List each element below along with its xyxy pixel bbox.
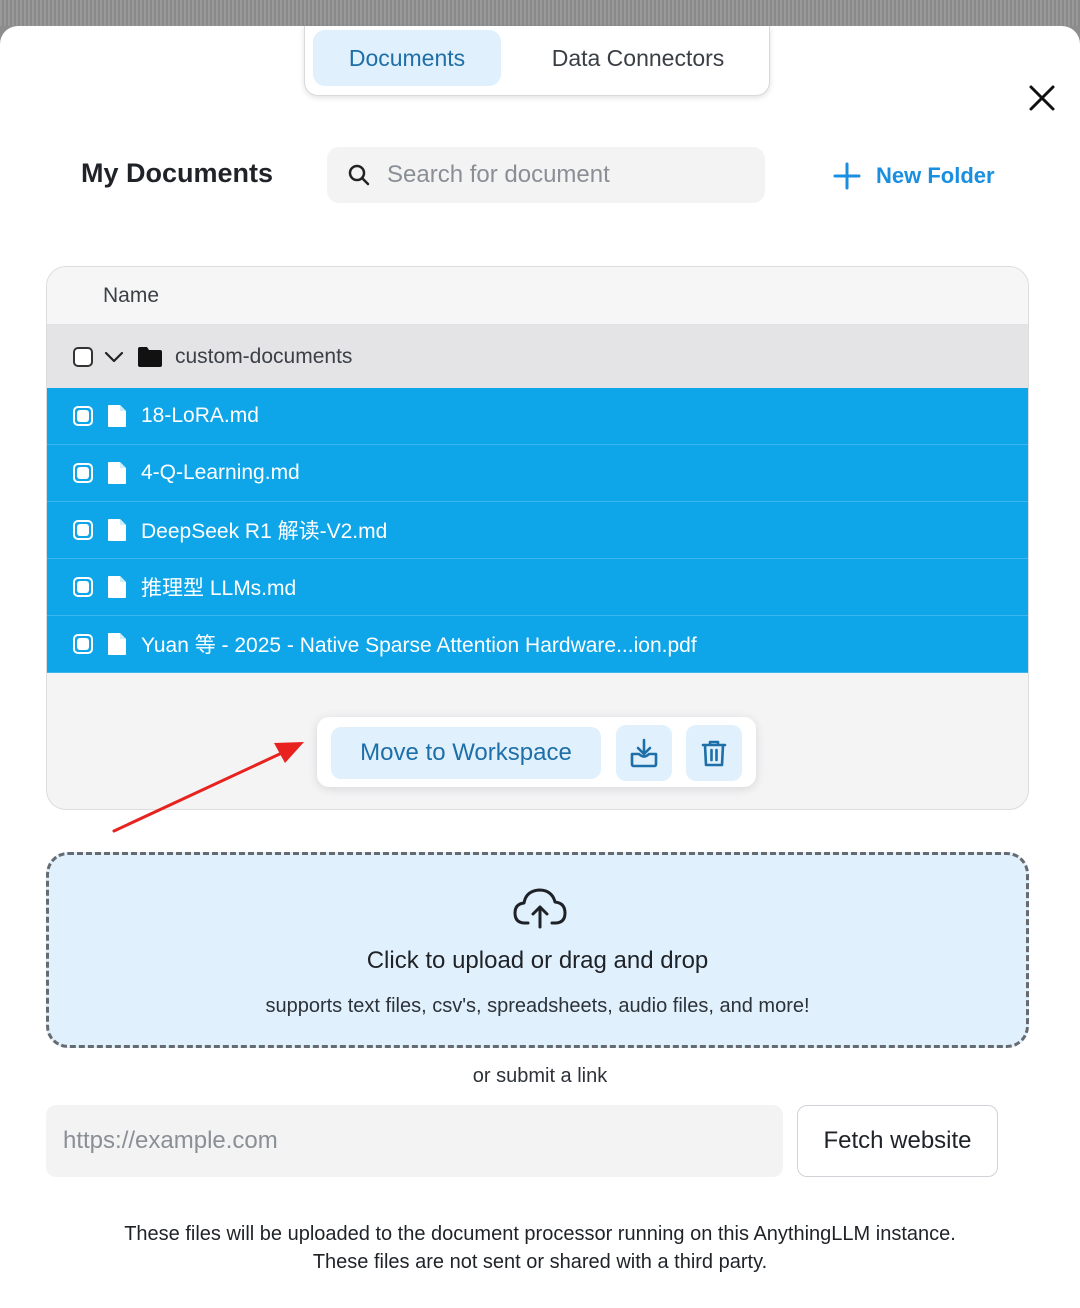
search-box[interactable] — [327, 147, 765, 203]
move-to-workspace-button[interactable]: Move to Workspace — [331, 727, 601, 779]
folder-icon — [138, 346, 162, 367]
tab-data-connectors[interactable]: Data Connectors — [523, 30, 753, 86]
file-icon — [108, 519, 126, 541]
file-icon — [108, 405, 126, 427]
file-icon — [108, 576, 126, 598]
privacy-note: These files will be uploaded to the docu… — [0, 1220, 1080, 1276]
file-row[interactable]: 4-Q-Learning.md — [47, 445, 1028, 502]
url-input[interactable] — [46, 1105, 783, 1177]
or-submit-link-label: or submit a link — [472, 1065, 608, 1087]
new-folder-button[interactable]: New Folder — [832, 158, 995, 194]
close-button[interactable] — [1022, 78, 1062, 118]
backdrop — [0, 0, 1080, 26]
search-input[interactable] — [387, 161, 747, 189]
file-checkbox[interactable] — [73, 463, 93, 483]
folder-row[interactable]: custom-documents — [47, 325, 1028, 388]
file-name: Yuan 等 - 2025 - Native Sparse Attention … — [141, 634, 697, 657]
file-name: 4-Q-Learning.md — [141, 461, 300, 484]
upload-dropzone[interactable]: Click to upload or drag and drop support… — [46, 852, 1029, 1048]
privacy-note-line1: These files will be uploaded to the docu… — [124, 1223, 956, 1245]
trash-icon — [701, 740, 727, 767]
upload-subtitle: supports text files, csv's, spreadsheets… — [265, 995, 810, 1017]
delete-button[interactable] — [686, 725, 742, 781]
folder-name: custom-documents — [175, 344, 353, 368]
privacy-note-line2: These files are not sent or shared with … — [312, 1251, 768, 1273]
column-header-name: Name — [47, 267, 1028, 325]
upload-title: Click to upload or drag and drop — [366, 947, 709, 974]
selection-action-bar: Move to Workspace — [317, 717, 756, 787]
file-name: DeepSeek R1 解读-V2.md — [141, 520, 388, 543]
file-name: 推理型 LLMs.md — [141, 577, 297, 600]
file-icon — [108, 633, 126, 655]
folder-checkbox[interactable] — [73, 346, 93, 367]
cloud-upload-icon — [513, 888, 567, 929]
file-row[interactable]: Yuan 等 - 2025 - Native Sparse Attention … — [47, 616, 1028, 673]
tab-bar: Documents Data Connectors — [304, 26, 770, 96]
tray-arrow-down-icon — [630, 738, 658, 768]
close-icon — [1029, 85, 1055, 111]
chevron-down-icon[interactable] — [103, 346, 125, 368]
file-row[interactable]: 18-LoRA.md — [47, 388, 1028, 445]
plus-icon — [833, 162, 861, 190]
file-checkbox[interactable] — [73, 634, 93, 654]
search-icon — [348, 164, 370, 186]
fetch-website-button[interactable]: Fetch website — [797, 1105, 998, 1177]
download-button[interactable] — [616, 725, 672, 781]
page-title: My Documents — [81, 158, 274, 188]
new-folder-label: New Folder — [876, 163, 995, 188]
file-row[interactable]: DeepSeek R1 解读-V2.md — [47, 502, 1028, 559]
file-checkbox[interactable] — [73, 406, 93, 426]
file-name: 18-LoRA.md — [141, 404, 259, 427]
tab-documents[interactable]: Documents — [313, 30, 501, 86]
file-icon — [108, 462, 126, 484]
file-row[interactable]: 推理型 LLMs.md — [47, 559, 1028, 616]
file-checkbox[interactable] — [73, 520, 93, 540]
file-checkbox[interactable] — [73, 577, 93, 597]
